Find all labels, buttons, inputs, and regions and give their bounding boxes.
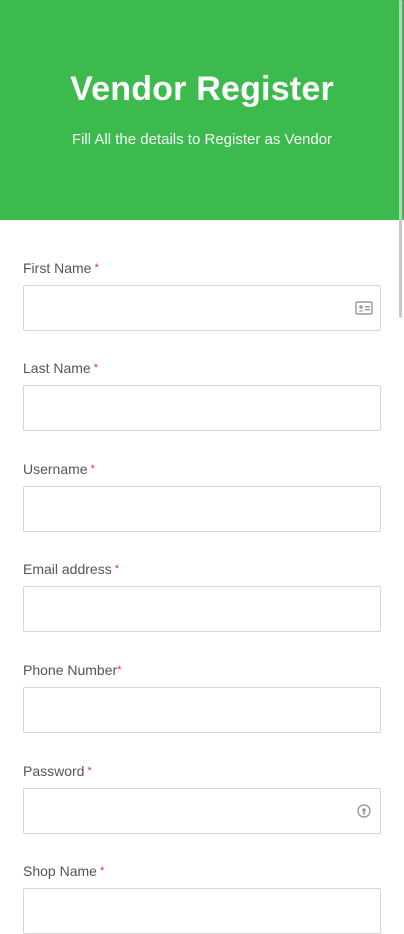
username-label: Username	[23, 461, 88, 477]
phone-input-box	[23, 687, 381, 733]
required-mark: *	[94, 262, 99, 274]
username-field: Username *	[23, 459, 381, 532]
username-input-box	[23, 486, 381, 532]
phone-label: Phone Number	[23, 662, 118, 678]
required-mark: *	[117, 664, 122, 676]
email-field: Email address *	[23, 559, 381, 632]
username-input[interactable]	[24, 487, 380, 531]
password-input[interactable]	[24, 789, 380, 833]
shop-name-input[interactable]	[24, 889, 380, 933]
first-name-input[interactable]	[24, 286, 380, 330]
page-header: Vendor Register Fill All the details to …	[0, 0, 404, 220]
shop-name-field: Shop Name *	[23, 861, 381, 934]
shop-name-input-box	[23, 888, 381, 934]
phone-input[interactable]	[24, 688, 380, 732]
page-title: Vendor Register	[70, 70, 334, 108]
required-mark: *	[93, 362, 98, 374]
shop-name-label: Shop Name	[23, 863, 97, 879]
email-input-box	[23, 586, 381, 632]
last-name-field: Last Name *	[23, 358, 381, 431]
email-input[interactable]	[24, 587, 380, 631]
contact-card-icon[interactable]	[355, 300, 373, 316]
required-mark: *	[114, 563, 119, 575]
required-mark: *	[90, 463, 95, 475]
required-mark: *	[99, 865, 105, 877]
password-input-box	[23, 788, 381, 834]
first-name-input-box	[23, 285, 381, 331]
required-mark: *	[87, 765, 92, 777]
last-name-label: Last Name	[23, 360, 91, 376]
password-key-icon[interactable]	[355, 803, 373, 819]
page-subtitle: Fill All the details to Register as Vend…	[71, 131, 333, 148]
first-name-label: First Name	[23, 260, 92, 276]
scrollbar[interactable]	[399, 0, 402, 318]
password-label: Password	[23, 763, 85, 779]
password-field: Password *	[23, 761, 381, 834]
phone-field: Phone Number*	[23, 660, 381, 733]
last-name-input-box	[23, 385, 381, 431]
first-name-field: First Name *	[23, 258, 381, 331]
email-label: Email address	[23, 561, 112, 577]
last-name-input[interactable]	[24, 386, 380, 430]
